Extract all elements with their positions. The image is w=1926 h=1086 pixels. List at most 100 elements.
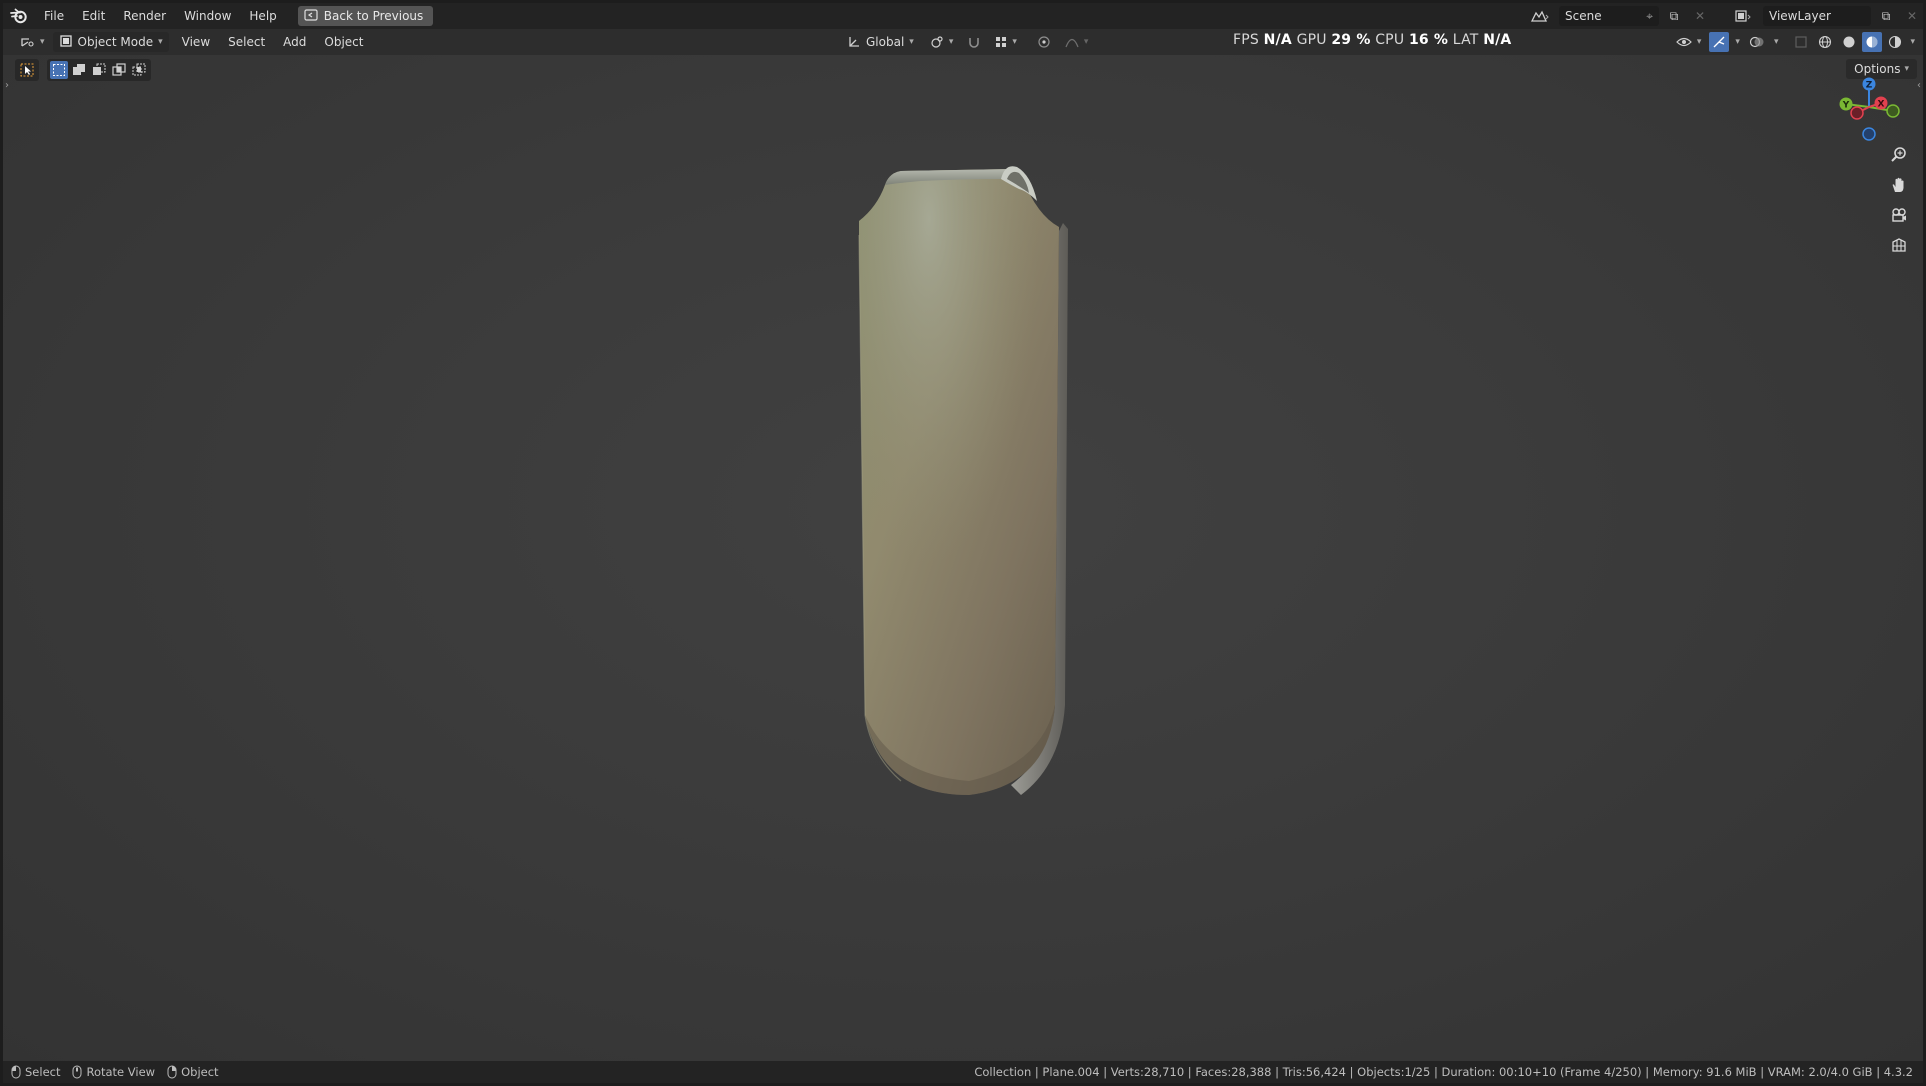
chevron-down-icon[interactable]: ▾	[1770, 37, 1783, 47]
mouse-left-icon	[11, 1065, 21, 1079]
back-to-previous-label: Back to Previous	[323, 9, 424, 23]
xray-toggle-icon[interactable]	[1790, 32, 1812, 52]
performance-stats: FPS N/A GPU 29 % CPU 16 % LAT N/A	[1233, 29, 1511, 51]
3d-viewport[interactable]: › ‹ Options ▾ Z Y X	[3, 55, 1923, 1061]
lat-label: LAT	[1452, 32, 1479, 48]
chevron-down-icon: ▾	[909, 37, 914, 47]
header-menu-add[interactable]: Add	[274, 29, 315, 55]
visibility-dropdown[interactable]: ▾	[1670, 32, 1708, 52]
viewport-display-tools: ▾ ▾ ▾ ▾	[1670, 32, 1917, 52]
selection-mode-group	[47, 59, 151, 81]
select-tool-icon[interactable]	[18, 61, 36, 79]
chevron-down-icon[interactable]: ▾	[1731, 37, 1744, 47]
chevron-down-icon: ▾	[948, 37, 954, 47]
snap-grid-icon	[996, 37, 1007, 47]
chevron-down-icon: ▾	[1904, 64, 1909, 74]
3d-object-mesh[interactable]	[841, 145, 1081, 905]
camera-icon[interactable]	[1887, 203, 1911, 227]
snap-target-dropdown[interactable]: ▾	[989, 32, 1023, 52]
gizmo-toggle-icon[interactable]	[1709, 32, 1730, 52]
new-view-layer-icon[interactable]: ⧉	[1875, 6, 1897, 26]
sidebar-expand-icon[interactable]: ‹	[1917, 80, 1921, 91]
select-extend-icon[interactable]	[70, 61, 88, 79]
gizmo-x-label: X	[1878, 100, 1885, 110]
workspace-selectors: Scene ⌖ ⧉ ✕ ViewLayer ⧉ ✕	[1525, 3, 1923, 29]
editor-type-icon	[21, 38, 34, 47]
transform-tools: Global ▾ ▾ ▾ ▾	[841, 32, 1094, 52]
zoom-icon[interactable]	[1887, 143, 1911, 167]
select-subtract-icon[interactable]	[90, 61, 108, 79]
chevron-down-icon: ▾	[40, 37, 45, 47]
snap-toggle-icon[interactable]	[963, 32, 985, 52]
scene-icon[interactable]	[1525, 6, 1555, 26]
view-layer-field[interactable]: ViewLayer	[1763, 6, 1871, 26]
menu-file[interactable]: File	[35, 3, 73, 29]
blender-window: File Edit Render Window Help Back to Pre…	[3, 3, 1923, 1083]
pivot-point-dropdown[interactable]: ▾	[924, 32, 960, 52]
mode-dropdown[interactable]: Object Mode ▾	[52, 32, 169, 52]
viewport-tool-row	[15, 59, 151, 81]
hand-icon[interactable]	[1887, 173, 1911, 197]
gizmo-neg-x[interactable]	[1850, 106, 1864, 120]
toolbar-expand-icon[interactable]: ›	[5, 80, 9, 91]
view-layer-icon[interactable]	[1729, 6, 1759, 26]
object-mode-icon	[59, 34, 73, 51]
scene-name: Scene	[1565, 9, 1602, 23]
delete-view-layer-icon[interactable]: ✕	[1901, 6, 1923, 26]
material-preview-shading-icon[interactable]	[1862, 32, 1883, 52]
gizmo-z-label: Z	[1866, 81, 1873, 91]
header-menu-view[interactable]: View	[173, 29, 219, 55]
chevron-down-icon[interactable]: ▾	[1908, 37, 1917, 47]
fps-value: N/A	[1263, 32, 1292, 48]
scene-name-field[interactable]: Scene ⌖	[1559, 6, 1659, 26]
gizmo-neg-y[interactable]	[1886, 104, 1900, 118]
chevron-down-icon: ▾	[158, 37, 163, 47]
wireframe-shading-icon[interactable]	[1814, 32, 1836, 52]
gpu-label: GPU	[1296, 32, 1327, 48]
mouse-middle-icon	[72, 1065, 82, 1079]
hint-rotate-label: Rotate View	[86, 1065, 156, 1079]
select-invert-icon[interactable]	[110, 61, 128, 79]
solid-shading-icon[interactable]	[1838, 32, 1860, 52]
status-bar: Select Rotate View Object Collection | P…	[3, 1061, 1923, 1083]
new-scene-icon[interactable]: ⧉	[1663, 6, 1685, 26]
grid-icon[interactable]	[1887, 233, 1911, 257]
mode-label: Object Mode	[77, 35, 154, 49]
header-menu-select[interactable]: Select	[219, 29, 274, 55]
transform-orientation-label: Global	[866, 35, 905, 49]
options-dropdown[interactable]: Options ▾	[1846, 59, 1917, 79]
proportional-edit-icon[interactable]	[1033, 32, 1055, 52]
chevron-down-icon: ▾	[1696, 37, 1702, 47]
hint-object-label: Object	[181, 1065, 219, 1079]
hint-select: Select	[11, 1065, 60, 1079]
menu-edit[interactable]: Edit	[73, 3, 114, 29]
menu-window[interactable]: Window	[175, 3, 240, 29]
menu-render[interactable]: Render	[114, 3, 175, 29]
delete-scene-icon[interactable]: ✕	[1689, 6, 1711, 26]
pivot-icon	[931, 36, 943, 48]
fps-label: FPS	[1233, 32, 1259, 48]
pin-icon[interactable]: ⌖	[1646, 9, 1653, 24]
cpu-label: CPU	[1375, 32, 1405, 48]
viewport-header: ▾ Object Mode ▾ View Select Add Object G…	[3, 29, 1923, 55]
view-layer-name: ViewLayer	[1769, 9, 1831, 23]
overlay-toggle-icon[interactable]	[1746, 32, 1768, 52]
rendered-shading-icon[interactable]	[1884, 32, 1906, 52]
select-new-icon[interactable]	[50, 61, 68, 79]
hint-object: Object	[167, 1065, 219, 1079]
chevron-down-icon: ▾	[1012, 37, 1017, 47]
falloff-dropdown[interactable]: ▾	[1059, 32, 1095, 52]
cpu-value: 16 %	[1408, 32, 1449, 48]
falloff-icon	[1065, 38, 1079, 48]
editor-type-dropdown[interactable]: ▾	[13, 32, 51, 52]
header-menu-object[interactable]: Object	[315, 29, 372, 55]
blender-logo-icon[interactable]	[3, 3, 35, 29]
back-icon	[304, 8, 318, 24]
scene-statistics: Collection | Plane.004 | Verts:28,710 | …	[974, 1065, 1913, 1079]
lat-value: N/A	[1483, 32, 1512, 48]
transform-orientation-dropdown[interactable]: Global ▾	[841, 32, 920, 52]
gizmo-neg-z[interactable]	[1862, 127, 1876, 141]
back-to-previous-button[interactable]: Back to Previous	[297, 6, 434, 26]
select-intersect-icon[interactable]	[130, 61, 148, 79]
menu-help[interactable]: Help	[240, 3, 285, 29]
